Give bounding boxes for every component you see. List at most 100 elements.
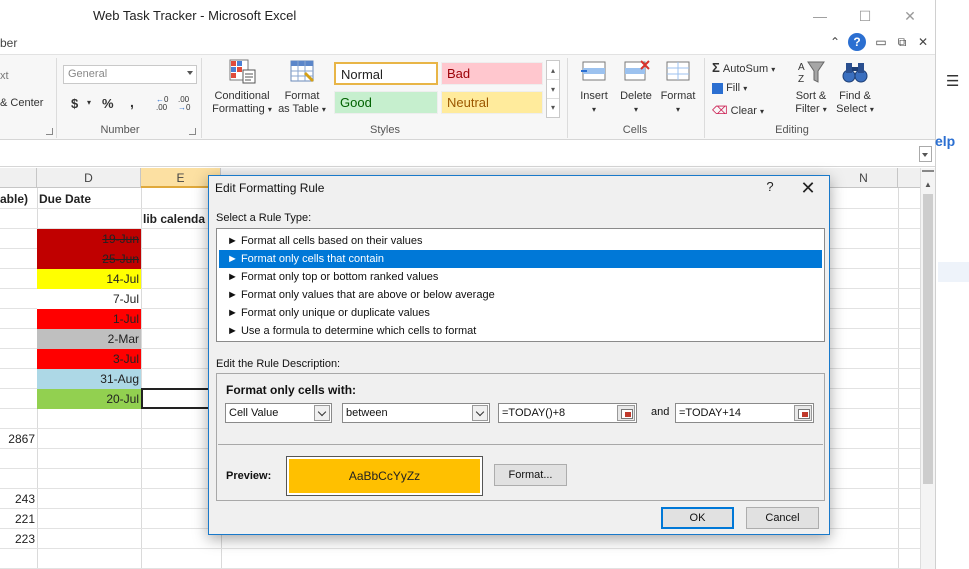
scroll-down-icon[interactable]: ▾ (547, 80, 559, 99)
clear-button[interactable]: ⌫ Clear ▾ (712, 104, 764, 117)
style-good[interactable]: Good (334, 91, 438, 114)
alignment-launcher-icon[interactable] (46, 128, 53, 135)
close-window-button[interactable]: ✕ (895, 6, 925, 26)
scroll-up-icon[interactable]: ▲ (921, 180, 935, 192)
sort-filter-icon: AZ (796, 58, 826, 86)
styles-gallery-scroll[interactable]: ▴ ▾ ▾ (546, 60, 560, 118)
cancel-button[interactable]: Cancel (746, 507, 819, 529)
number-launcher-icon[interactable] (189, 128, 196, 135)
collapse-ribbon-icon[interactable]: ⌃ (826, 33, 844, 51)
number-format-select[interactable]: General (63, 65, 197, 84)
comma-button[interactable]: , (130, 94, 134, 110)
find-select-label2-text: Select (836, 103, 867, 115)
due-date-cell[interactable]: 3-Jul (37, 349, 141, 369)
maximize-button[interactable]: ☐ (850, 6, 880, 26)
column-header-d[interactable]: D (37, 168, 141, 188)
dialog-help-icon[interactable]: ? (760, 179, 780, 194)
chevron-down-icon: ▾ (771, 65, 776, 74)
scroll-thumb[interactable] (923, 194, 933, 484)
delete-cells-icon (621, 58, 651, 86)
split-handle-icon[interactable] (922, 170, 934, 176)
eraser-icon: ⌫ (712, 105, 728, 117)
conditional-formatting-button[interactable]: Conditional Formatting ▾ (206, 58, 278, 116)
value1-input[interactable]: =TODAY()+8 (498, 403, 637, 423)
ribbon-minimize-icon[interactable]: ▭ (872, 33, 890, 51)
chevron-down-icon[interactable] (314, 405, 330, 421)
chevron-down-icon[interactable] (472, 405, 488, 421)
style-neutral[interactable]: Neutral (441, 91, 543, 114)
ribbon-close-icon[interactable]: ✕ (914, 33, 932, 51)
format-as-table-button[interactable]: Format as Table ▾ (276, 58, 328, 116)
menu-bar (0, 32, 935, 54)
range-select-icon[interactable] (794, 405, 812, 421)
find-select-button[interactable]: Find & Select ▾ (832, 58, 878, 116)
due-date-cell[interactable]: 1-Jul (37, 309, 141, 329)
wrap-text-fragment[interactable]: xt (0, 70, 9, 82)
rule-type-item[interactable]: ► Format only values that are above or b… (219, 286, 822, 304)
expand-formula-bar-icon[interactable] (919, 146, 932, 162)
value2-input[interactable]: =TODAY+14 (675, 403, 814, 423)
increase-decimal-button[interactable]: ←0.00 (156, 96, 174, 114)
due-date-cell[interactable]: 25-Jun (37, 249, 141, 269)
ribbon-restore-icon[interactable]: ⧉ (893, 33, 911, 51)
window-title: Web Task Tracker - Microsoft Excel (93, 8, 297, 23)
and-label: and (651, 406, 670, 418)
due-date-cell[interactable]: 7-Jul (37, 289, 141, 309)
dialog-close-icon[interactable]: ✕ (795, 177, 821, 199)
cell-value[interactable]: 2867 (0, 429, 35, 449)
condition-operator-select[interactable]: between (342, 403, 490, 423)
menu-fragment[interactable]: ber (0, 36, 17, 50)
rule-type-item[interactable]: ► Format only unique or duplicate values (219, 304, 822, 322)
column-header-c[interactable] (0, 168, 37, 188)
vertical-scrollbar[interactable]: ▲ (920, 168, 935, 569)
header-cell-due-date[interactable]: Due Date (39, 189, 139, 209)
cell-value[interactable]: 221 (0, 509, 35, 529)
rule-type-item[interactable]: ► Format all cells based on their values (219, 232, 822, 250)
format-only-cells-with-label: Format only cells with: (226, 383, 357, 397)
format-as-table-icon (287, 58, 317, 86)
rule-type-item[interactable]: ► Use a formula to determine which cells… (219, 322, 822, 340)
minimize-button[interactable]: — (805, 6, 835, 26)
help-pane-label[interactable]: elp (935, 133, 955, 149)
format-cells-button[interactable]: Format ▾ (656, 58, 700, 116)
binoculars-icon (840, 58, 870, 86)
format-button[interactable]: Format... (494, 464, 567, 486)
cell-value[interactable]: 243 (0, 489, 35, 509)
due-date-cell[interactable]: 20-Jul (37, 389, 141, 409)
rule-type-item[interactable]: ► Format only cells that contain (219, 250, 822, 268)
percent-button[interactable]: % (102, 96, 114, 111)
merge-center-button[interactable]: & Center (0, 97, 43, 109)
formula-bar[interactable] (0, 141, 935, 167)
range-select-icon[interactable] (617, 405, 635, 421)
due-date-cell[interactable]: 31-Aug (37, 369, 141, 389)
help-icon[interactable]: ? (848, 33, 866, 51)
currency-dropdown-icon[interactable]: ▾ (87, 98, 91, 107)
gallery-more-icon[interactable]: ▾ (547, 99, 559, 117)
autosum-button[interactable]: Σ AutoSum ▾ (712, 60, 775, 75)
style-bad[interactable]: Bad (441, 62, 543, 85)
ok-button[interactable]: OK (661, 507, 734, 529)
rule-type-item[interactable]: ► Format only top or bottom ranked value… (219, 268, 822, 286)
due-date-cell[interactable]: 2-Mar (37, 329, 141, 349)
scroll-up-icon[interactable]: ▴ (547, 61, 559, 80)
delete-cells-button[interactable]: Delete ▾ (614, 58, 658, 116)
sort-filter-label2-text: Filter (795, 103, 820, 115)
conditional-formatting-label1: Conditional (214, 90, 270, 102)
cell-value[interactable]: 223 (0, 529, 35, 549)
header-cell-c[interactable]: able) (0, 189, 37, 209)
find-select-label1: Find & (839, 90, 871, 102)
condition-subject-select[interactable]: Cell Value (225, 403, 332, 423)
rule-type-list[interactable]: ► Format all cells based on their values… (216, 228, 825, 342)
due-date-cell[interactable]: 14-Jul (37, 269, 141, 289)
style-normal[interactable]: Normal (334, 62, 438, 85)
hamburger-menu-icon[interactable]: ☰ (946, 72, 959, 90)
due-date-cell[interactable]: 19-Jun (37, 229, 141, 249)
currency-button[interactable]: $ (71, 96, 78, 111)
decrease-decimal-button[interactable]: .00 →0 (178, 96, 196, 114)
fill-button[interactable]: Fill ▾ (712, 82, 747, 94)
sort-filter-button[interactable]: AZ Sort & Filter ▾ (790, 58, 832, 116)
column-header-n[interactable]: N (830, 168, 898, 188)
select-rule-type-label: Select a Rule Type: (216, 212, 312, 224)
value1-text: =TODAY()+8 (502, 407, 566, 419)
insert-cells-button[interactable]: Insert ▾ (572, 58, 616, 116)
